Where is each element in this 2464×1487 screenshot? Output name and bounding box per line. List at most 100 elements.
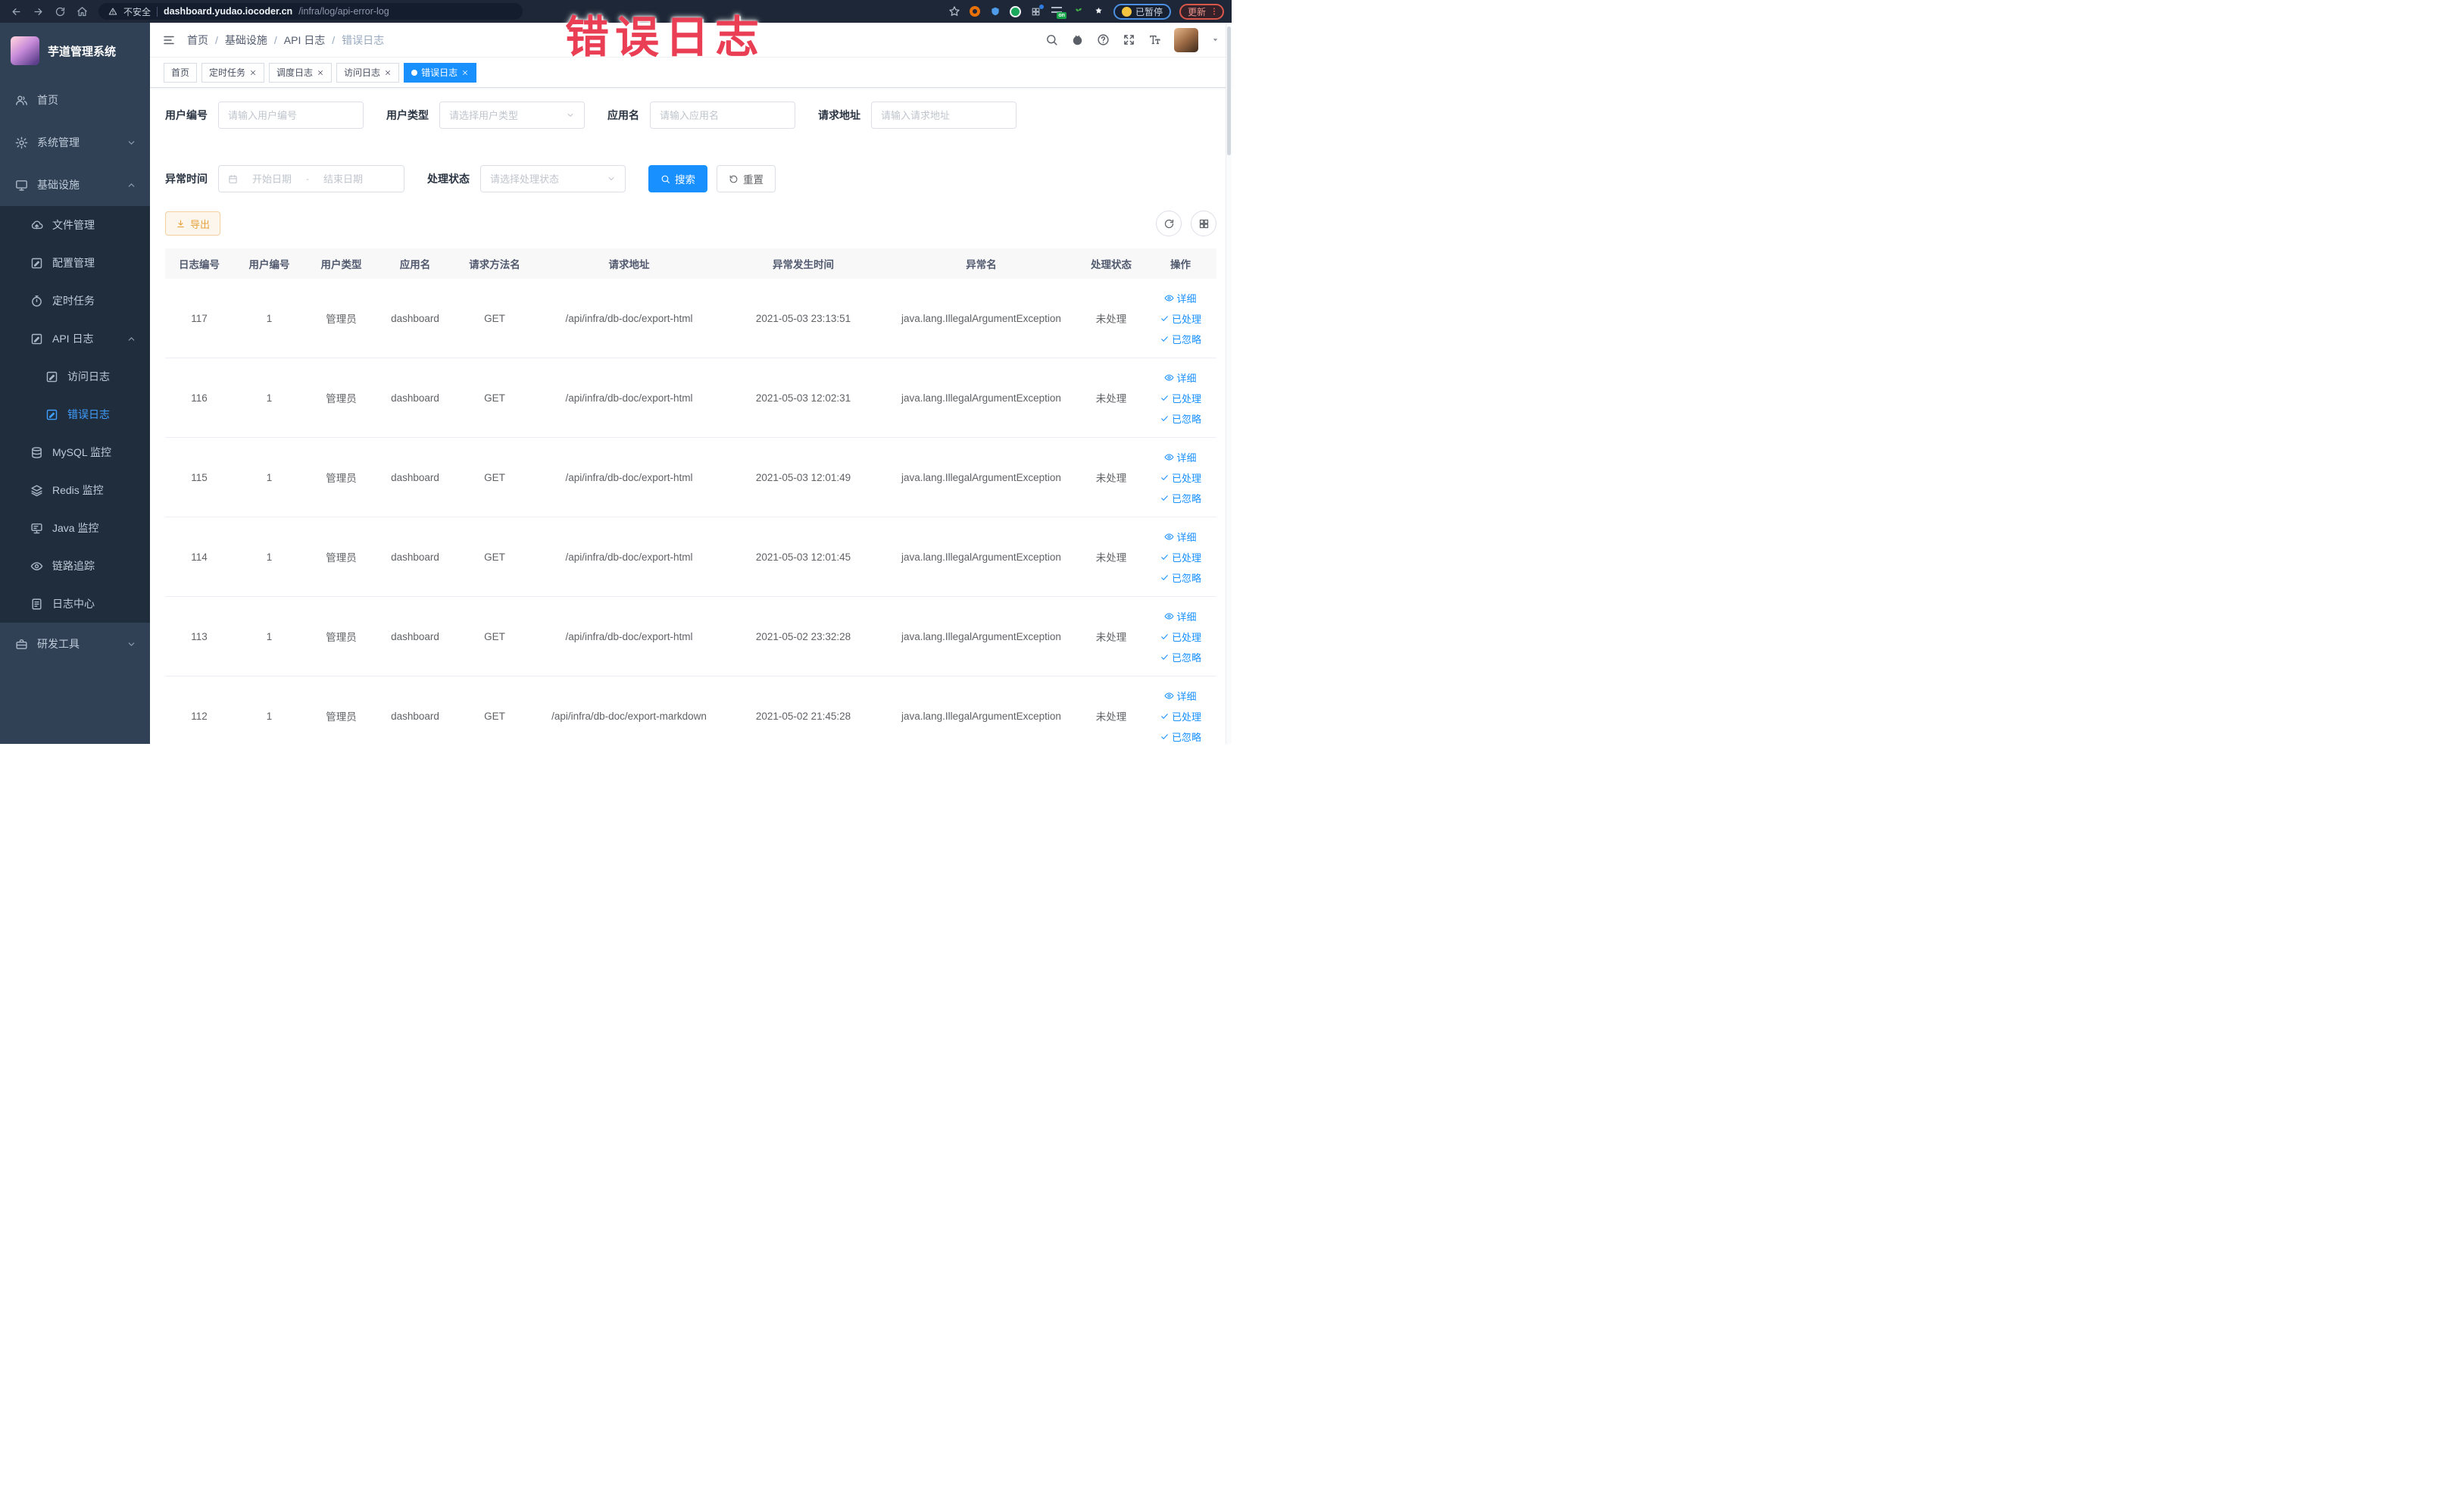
reset-button[interactable]: 重置 [717, 165, 776, 192]
close-icon[interactable] [461, 69, 469, 77]
user-id-input[interactable] [218, 102, 364, 129]
cell-request-method: GET [484, 471, 505, 483]
monitor-icon [15, 179, 28, 192]
tab-error-log[interactable]: 错误日志 [404, 62, 477, 83]
sidebar-item-error-log[interactable]: 错误日志 [0, 395, 150, 433]
action-detail[interactable]: 详细 [1164, 291, 1197, 305]
help-icon[interactable] [1097, 33, 1110, 46]
chrome-update-button[interactable]: 更新 [1179, 3, 1224, 20]
sidebar-item-job[interactable]: 定时任务 [0, 282, 150, 320]
browser-reload-icon[interactable] [52, 3, 68, 20]
check-icon [1160, 314, 1170, 323]
action-detail[interactable]: 详细 [1164, 609, 1197, 623]
action-ignored[interactable]: 已忽略 [1160, 332, 1201, 346]
sidebar-item-redis[interactable]: Redis 监控 [0, 471, 150, 509]
app-name-input[interactable] [650, 102, 795, 129]
cell-log-id: 112 [191, 710, 208, 722]
sidebar-item-trace[interactable]: 链路追踪 [0, 547, 150, 585]
tab-home[interactable]: 首页 [164, 62, 198, 83]
user-type-select-field[interactable] [449, 109, 561, 121]
profile-paused-badge[interactable]: 已暂停 [1113, 3, 1171, 20]
action-processed[interactable]: 已处理 [1160, 629, 1201, 644]
breadcrumb-item[interactable]: API 日志 [284, 33, 325, 48]
column-settings-button[interactable] [1191, 211, 1216, 236]
address-bar[interactable]: 不安全 dashboard.yudao.iocoder.cn/infra/log… [98, 3, 523, 20]
user-type-select[interactable] [439, 102, 585, 129]
action-detail[interactable]: 详细 [1164, 370, 1197, 385]
page-scrollbar[interactable] [1226, 23, 1232, 744]
sidebar-item-mysql[interactable]: MySQL 监控 [0, 433, 150, 471]
sidebar-item-system[interactable]: 系统管理 [0, 121, 150, 164]
action-ignored[interactable]: 已忽略 [1160, 491, 1201, 505]
browser-back-icon[interactable] [8, 3, 24, 20]
view-detail-icon [1164, 611, 1174, 621]
extension-puzzle-icon[interactable] [1093, 5, 1105, 17]
sidebar-menu: 首页 系统管理 基础设施 文件管理 配置管理 定时任务 API 日志 访问日志 … [0, 79, 150, 665]
hamburger-icon[interactable] [162, 33, 176, 47]
sidebar-item-access-log[interactable]: 访问日志 [0, 358, 150, 395]
tab-access-log[interactable]: 访问日志 [336, 62, 400, 83]
sidebar-item-api-log[interactable]: API 日志 [0, 320, 150, 358]
action-detail[interactable]: 详细 [1164, 450, 1197, 464]
tab-job-log[interactable]: 调度日志 [269, 62, 333, 83]
extension-orange-ring-icon[interactable] [969, 5, 981, 17]
breadcrumb-item[interactable]: 首页 [187, 33, 208, 48]
start-date-input[interactable] [243, 173, 301, 185]
action-processed[interactable]: 已处理 [1160, 550, 1201, 564]
cell-process-status: 未处理 [1095, 552, 1127, 564]
sidebar-item-config[interactable]: 配置管理 [0, 244, 150, 282]
sidebar-item-dev-tool[interactable]: 研发工具 [0, 623, 150, 665]
extension-grid-icon[interactable] [1030, 5, 1044, 17]
browser-forward-icon[interactable] [30, 3, 46, 20]
sidebar-item-home[interactable]: 首页 [0, 79, 150, 121]
bookmark-star-icon[interactable] [948, 5, 960, 17]
browser-menu-kebab-icon[interactable] [1210, 7, 1219, 16]
scrollbar-thumb[interactable] [1227, 27, 1231, 155]
action-ignored[interactable]: 已忽略 [1160, 650, 1201, 664]
action-ignored[interactable]: 已忽略 [1160, 411, 1201, 426]
fullscreen-icon[interactable] [1123, 33, 1135, 46]
close-icon[interactable] [384, 69, 392, 77]
process-status-select[interactable] [480, 165, 626, 192]
action-processed[interactable]: 已处理 [1160, 709, 1201, 723]
github-icon[interactable] [1071, 33, 1084, 46]
export-button[interactable]: 导出 [165, 211, 221, 236]
browser-home-icon[interactable] [73, 3, 90, 20]
end-date-input[interactable] [314, 173, 372, 185]
request-url-input-field[interactable] [881, 109, 1007, 121]
sidebar-item-log-center[interactable]: 日志中心 [0, 585, 150, 623]
extension-leaf-icon[interactable] [1073, 5, 1085, 17]
action-ignored[interactable]: 已忽略 [1160, 729, 1201, 744]
cell-exception-name: java.lang.IllegalArgumentException [901, 630, 1061, 642]
toolbox-icon [15, 638, 28, 651]
action-ignored[interactable]: 已忽略 [1160, 570, 1201, 585]
action-processed[interactable]: 已处理 [1160, 391, 1201, 405]
app-name-input-field[interactable] [660, 109, 785, 121]
action-detail[interactable]: 详细 [1164, 530, 1197, 544]
tab-job[interactable]: 定时任务 [201, 62, 265, 83]
exception-time-range-picker[interactable]: - [218, 165, 404, 192]
process-status-select-field[interactable] [490, 173, 601, 185]
search-button[interactable]: 搜索 [648, 165, 707, 192]
close-icon[interactable] [249, 69, 257, 77]
extension-onoff-icon[interactable]: on [1051, 6, 1066, 19]
sidebar-item-java[interactable]: Java 监控 [0, 509, 150, 547]
search-icon[interactable] [1045, 33, 1058, 46]
action-detail[interactable]: 详细 [1164, 689, 1197, 703]
cell-log-id: 117 [191, 312, 208, 324]
breadcrumb-item[interactable]: 基础设施 [225, 33, 267, 48]
action-processed[interactable]: 已处理 [1160, 311, 1201, 326]
action-processed[interactable]: 已处理 [1160, 470, 1201, 485]
extension-green-circle-icon[interactable] [1010, 5, 1022, 17]
close-icon[interactable] [317, 69, 324, 77]
sidebar-item-infra[interactable]: 基础设施 [0, 164, 150, 206]
app-logo[interactable]: 芋道管理系统 [0, 23, 150, 79]
refresh-button[interactable] [1156, 211, 1182, 236]
user-id-input-field[interactable] [228, 109, 354, 121]
sidebar-item-file[interactable]: 文件管理 [0, 206, 150, 244]
font-size-icon[interactable] [1148, 33, 1161, 46]
avatar[interactable] [1174, 27, 1198, 52]
extension-shield-icon[interactable] [989, 5, 1001, 17]
request-url-input[interactable] [871, 102, 1017, 129]
chevron-down-icon[interactable] [1211, 36, 1220, 44]
